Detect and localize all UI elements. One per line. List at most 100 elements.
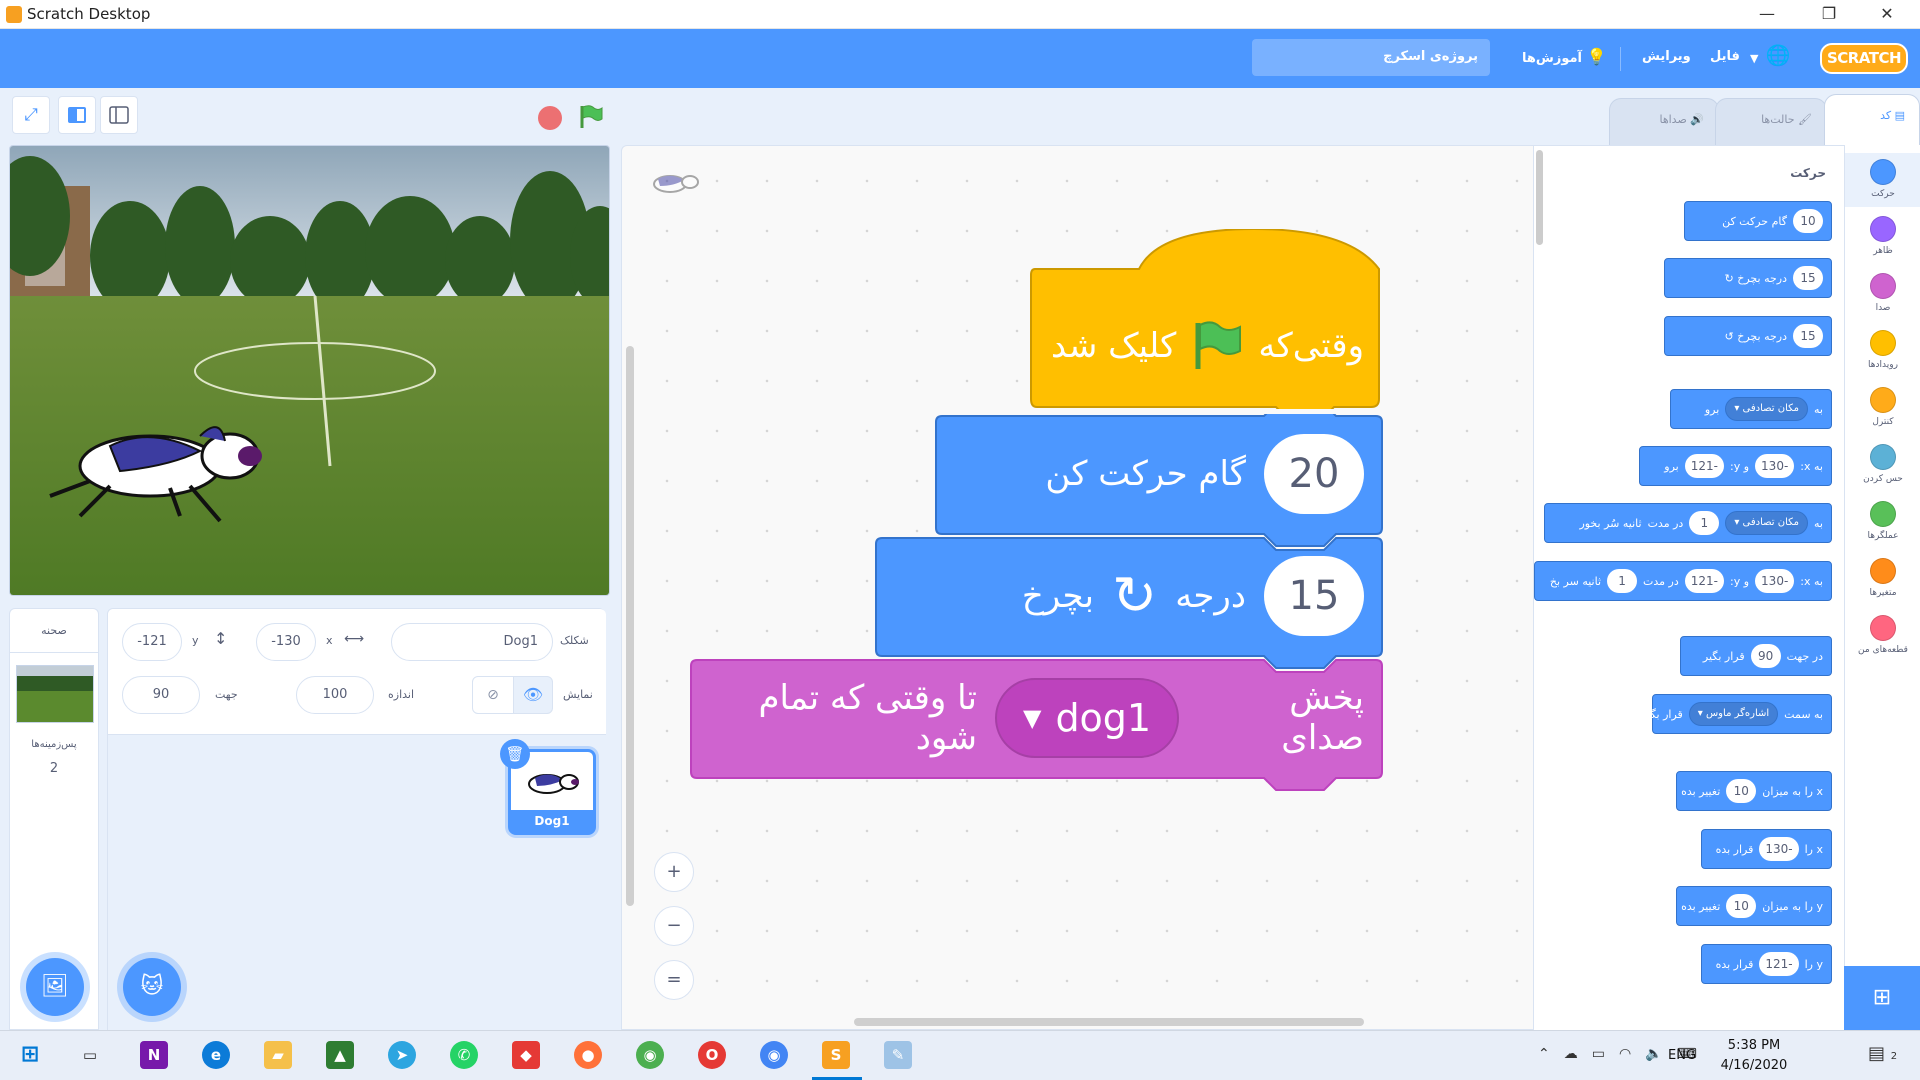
- palette-input[interactable]: 1: [1689, 511, 1720, 535]
- battery-icon[interactable]: ▭: [1592, 1046, 1605, 1062]
- y-input[interactable]: -121: [122, 623, 182, 661]
- category-item[interactable]: کنترل: [1845, 381, 1920, 435]
- palette-block[interactable]: 15 درجه بچرخ ↺: [1664, 316, 1832, 356]
- minimize-button[interactable]: —: [1744, 0, 1790, 29]
- windows-start-icon[interactable]: ⊞: [16, 1041, 44, 1069]
- turn-right-block[interactable]: 15 درجه ↻ بچرخ: [874, 536, 1384, 669]
- choose-sprite-button[interactable]: 🐱: [123, 958, 181, 1016]
- palette-dropdown[interactable]: مکان تصادفی ▾: [1725, 397, 1809, 421]
- direction-input[interactable]: 90: [122, 676, 200, 714]
- palette-input[interactable]: -130: [1755, 569, 1795, 593]
- fullscreen-button[interactable]: ⤢: [12, 96, 50, 134]
- palette-input[interactable]: 10: [1726, 894, 1757, 918]
- palette-input[interactable]: 10: [1726, 779, 1757, 803]
- cloud-icon[interactable]: ☁: [1564, 1046, 1578, 1062]
- green-flag-button[interactable]: [578, 104, 604, 136]
- scratch-taskbar-icon[interactable]: S: [822, 1041, 850, 1069]
- category-item[interactable]: حرکت: [1845, 153, 1920, 207]
- zoom-out-button[interactable]: −: [654, 906, 694, 946]
- add-extension-button[interactable]: ⊞: [1844, 966, 1920, 1030]
- palette-block[interactable]: x را -130 قرار بده: [1701, 829, 1832, 869]
- project-title-input[interactable]: پروژه‌ی اسکرچ: [1252, 39, 1490, 76]
- delete-sprite-button[interactable]: 🗑: [500, 739, 530, 769]
- palette-block[interactable]: در جهت 90 قرار بگیر: [1680, 636, 1832, 676]
- chrome-icon[interactable]: ◉: [636, 1041, 664, 1069]
- category-item[interactable]: رویدادها: [1845, 324, 1920, 378]
- tutorials-menu[interactable]: آموزش‌ها 💡: [1522, 47, 1606, 66]
- category-item[interactable]: صدا: [1845, 267, 1920, 321]
- edge-icon[interactable]: e: [202, 1041, 230, 1069]
- x-input[interactable]: -130: [256, 623, 316, 661]
- tab-sounds[interactable]: 🔊 صداها: [1609, 98, 1719, 145]
- size-input[interactable]: 100: [296, 676, 374, 714]
- palette-block[interactable]: به مکان تصادفی ▾ 1 در مدت ثانیه سُر بخور: [1544, 503, 1832, 543]
- palette-block[interactable]: 10 گام حرکت کن: [1684, 201, 1832, 241]
- sound-dropdown[interactable]: ▼ dog1: [994, 678, 1180, 758]
- whatsapp-icon[interactable]: ✆: [450, 1041, 478, 1069]
- palette-input[interactable]: -121: [1684, 569, 1724, 593]
- stop-button[interactable]: [538, 106, 562, 130]
- zoom-in-button[interactable]: +: [654, 852, 694, 892]
- stage-canvas[interactable]: [9, 145, 610, 596]
- file-explorer-icon[interactable]: ▰: [264, 1041, 292, 1069]
- anydesk-icon[interactable]: ◆: [512, 1041, 540, 1069]
- palette-input[interactable]: -121: [1759, 952, 1799, 976]
- play-sound-until-done-block[interactable]: پخش صدای ▼ dog1 تا وقتی که تمام شود: [689, 658, 1384, 791]
- category-item[interactable]: حس کردن: [1845, 438, 1920, 492]
- clock[interactable]: 5:38 PM 4/16/2020: [1714, 1036, 1794, 1076]
- palette-input[interactable]: 15: [1793, 324, 1823, 348]
- notification-center[interactable]: ▤ 2: [1868, 1043, 1897, 1064]
- paint-icon[interactable]: ✎: [884, 1041, 912, 1069]
- palette-input[interactable]: -130: [1759, 837, 1799, 861]
- category-item[interactable]: ظاهر: [1845, 210, 1920, 264]
- code-workspace[interactable]: وقتی‌که کلیک شد 20 گام حرکت کن: [621, 145, 1534, 1030]
- category-item[interactable]: قطعه‌های من: [1845, 609, 1920, 663]
- block-palette[interactable]: حرکت 10 گام حرکت کن 15 درجه بچرخ ↻ 15 درجه بچ…: [1534, 145, 1844, 1030]
- palette-block[interactable]: به سمت اشاره‌گر ماوس ▾ قرار بگیر: [1641, 694, 1832, 734]
- zoom-reset-button[interactable]: =: [654, 960, 694, 1000]
- horizontal-scrollbar[interactable]: [854, 1018, 1364, 1026]
- palette-input[interactable]: 15: [1793, 266, 1823, 290]
- telegram-icon[interactable]: ➤: [388, 1041, 416, 1069]
- large-stage-button[interactable]: [100, 96, 138, 134]
- choose-backdrop-button[interactable]: 🖼: [26, 958, 84, 1016]
- sprite-name-input[interactable]: Dog1: [391, 623, 553, 661]
- move-steps-input[interactable]: 20: [1264, 434, 1364, 514]
- scratch-logo[interactable]: SCRATCH: [1820, 43, 1908, 74]
- palette-block[interactable]: به x: -130 و y: -121 برو: [1639, 446, 1832, 486]
- category-item[interactable]: متغیرها: [1845, 552, 1920, 606]
- category-item[interactable]: عملگرها: [1845, 495, 1920, 549]
- wifi-icon[interactable]: ◠: [1619, 1046, 1631, 1062]
- palette-block[interactable]: y را -121 قرار بده: [1701, 944, 1832, 984]
- palette-block[interactable]: y را به میزان 10 تغییر بده: [1676, 886, 1832, 926]
- close-button[interactable]: ✕: [1864, 0, 1910, 29]
- palette-input[interactable]: -130: [1755, 454, 1795, 478]
- restore-button[interactable]: ❐: [1806, 0, 1852, 29]
- palette-dropdown[interactable]: اشاره‌گر ماوس ▾: [1688, 702, 1779, 726]
- palette-block[interactable]: به x: -130 و y: -121 در مدت 1 ثانیه سر بخ: [1534, 561, 1832, 601]
- palette-input[interactable]: 90: [1750, 644, 1781, 668]
- tab-code[interactable]: ▤ کد: [1824, 94, 1920, 145]
- chevron-up-icon[interactable]: ⌃: [1538, 1046, 1550, 1062]
- palette-input[interactable]: -121: [1684, 454, 1724, 478]
- volume-icon[interactable]: 🔈: [1645, 1046, 1662, 1062]
- task-view-icon[interactable]: ▭: [76, 1041, 104, 1069]
- stage-thumbnail[interactable]: [16, 665, 94, 723]
- hide-button[interactable]: ⊘: [472, 676, 514, 714]
- palette-block[interactable]: به مکان تصادفی ▾ برو: [1670, 389, 1832, 429]
- chrome-profile-icon[interactable]: ◉: [760, 1041, 788, 1069]
- turn-degrees-input[interactable]: 15: [1264, 556, 1364, 636]
- language-menu[interactable]: ▼ 🌐: [1750, 43, 1790, 67]
- palette-dropdown[interactable]: مکان تصادفی ▾: [1725, 511, 1809, 535]
- palette-input[interactable]: 10: [1793, 209, 1823, 233]
- opera-icon[interactable]: O: [698, 1041, 726, 1069]
- palette-block[interactable]: x را به میزان 10 تغییر بده: [1676, 771, 1832, 811]
- photo-editor-icon[interactable]: ▲: [326, 1041, 354, 1069]
- language-indicator[interactable]: ENG: [1668, 1048, 1696, 1063]
- move-steps-block[interactable]: 20 گام حرکت کن: [934, 414, 1384, 547]
- palette-scrollbar[interactable]: [1536, 150, 1543, 245]
- palette-block[interactable]: 15 درجه بچرخ ↻: [1664, 258, 1832, 298]
- edit-menu[interactable]: ویرایش: [1642, 49, 1691, 64]
- tab-costumes[interactable]: 🖌 حالت‌ها: [1715, 98, 1827, 145]
- show-visible-button[interactable]: 👁: [513, 676, 553, 714]
